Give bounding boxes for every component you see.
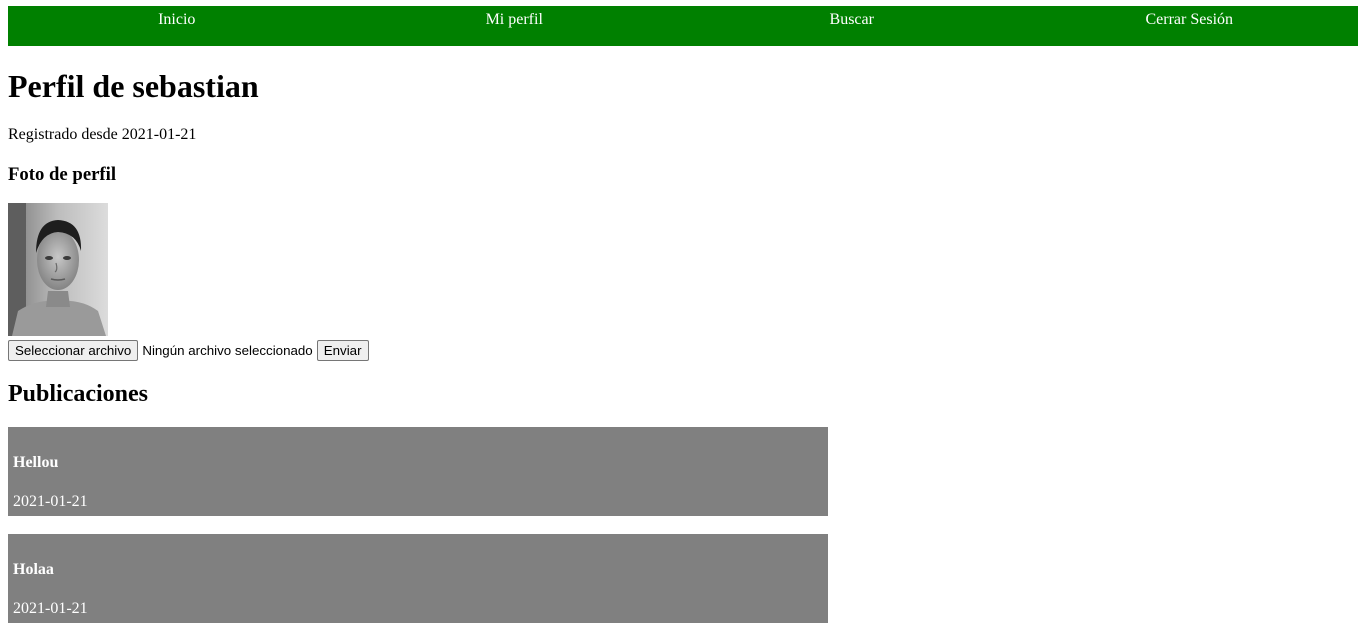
nav-item-mi-perfil[interactable]: Mi perfil xyxy=(346,6,684,46)
page-title: Perfil de sebastian xyxy=(8,68,259,104)
post-title: Hellou xyxy=(13,454,59,471)
post-card[interactable]: Hellou 2021-01-21 xyxy=(8,427,828,516)
file-status-text: Ningún archivo seleccionado xyxy=(142,343,313,358)
post-card[interactable]: Holaa 2021-01-21 xyxy=(8,534,828,623)
select-file-button[interactable]: Seleccionar archivo xyxy=(8,340,139,361)
posts-heading: Publicaciones xyxy=(8,381,149,407)
registered-since-text: Registrado desde 2021-01-21 xyxy=(8,126,197,143)
post-date: 2021-01-21 xyxy=(13,600,88,617)
post-title: Holaa xyxy=(13,561,54,578)
submit-button[interactable]: Enviar xyxy=(316,340,369,361)
nav-item-inicio[interactable]: Inicio xyxy=(8,6,346,46)
nav-item-buscar[interactable]: Buscar xyxy=(683,6,1021,46)
post-date: 2021-01-21 xyxy=(13,493,88,510)
nav-item-cerrar-sesion[interactable]: Cerrar Sesión xyxy=(1021,6,1359,46)
top-navbar: Inicio Mi perfil Buscar Cerrar Sesión xyxy=(8,6,1358,46)
profile-photo-heading: Foto de perfil xyxy=(8,164,117,185)
photo-upload-form: Seleccionar archivo Ningún archivo selec… xyxy=(8,340,369,361)
profile-photo xyxy=(8,203,108,336)
